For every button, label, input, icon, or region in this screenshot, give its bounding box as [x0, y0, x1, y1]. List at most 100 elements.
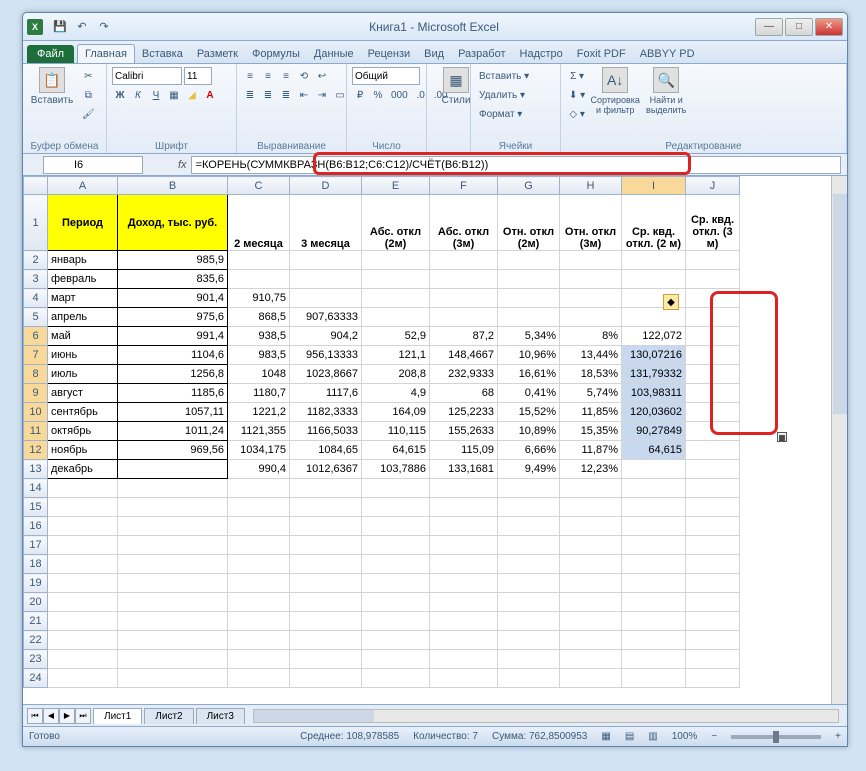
row-header-16[interactable]: 16: [24, 517, 48, 536]
cell-A14[interactable]: [48, 479, 118, 498]
cell-J19[interactable]: [686, 574, 740, 593]
cell-F20[interactable]: [430, 593, 498, 612]
cell-J2[interactable]: [686, 251, 740, 270]
view-normal-button[interactable]: ▦: [601, 731, 610, 742]
cell-C12[interactable]: 1034,175: [228, 441, 290, 460]
row-header-23[interactable]: 23: [24, 650, 48, 669]
cell-D6[interactable]: 904,2: [290, 327, 362, 346]
cell-F9[interactable]: 68: [430, 384, 498, 403]
cell-I22[interactable]: [622, 631, 686, 650]
cell-F14[interactable]: [430, 479, 498, 498]
name-box[interactable]: I6: [43, 156, 143, 174]
cell-B19[interactable]: [118, 574, 228, 593]
cell-H9[interactable]: 5,74%: [560, 384, 622, 403]
orientation-button[interactable]: ⟲: [296, 67, 312, 85]
fill-button[interactable]: ⬇ ▾: [566, 86, 588, 104]
zoom-in-button[interactable]: +: [835, 731, 841, 742]
cell-C22[interactable]: [228, 631, 290, 650]
cell-C18[interactable]: [228, 555, 290, 574]
cell-B22[interactable]: [118, 631, 228, 650]
format-cells-button[interactable]: Формат ▾: [476, 105, 556, 123]
font-size-select[interactable]: [184, 67, 212, 85]
cell-A18[interactable]: [48, 555, 118, 574]
cell-B14[interactable]: [118, 479, 228, 498]
cell-D15[interactable]: [290, 498, 362, 517]
cell-J16[interactable]: [686, 517, 740, 536]
cell-D24[interactable]: [290, 669, 362, 688]
cell-D5[interactable]: 907,63333: [290, 308, 362, 327]
cell-E7[interactable]: 121,1: [362, 346, 430, 365]
cell-F13[interactable]: 133,1681: [430, 460, 498, 479]
merge-button[interactable]: ▭: [332, 86, 348, 104]
border-button[interactable]: ▦: [166, 86, 182, 104]
cell-G14[interactable]: [498, 479, 560, 498]
cell-J5[interactable]: [686, 308, 740, 327]
cell-A4[interactable]: март: [48, 289, 118, 308]
clear-button[interactable]: ◇ ▾: [566, 105, 588, 123]
cell-C14[interactable]: [228, 479, 290, 498]
col-header-I[interactable]: I: [622, 177, 686, 195]
cell-A3[interactable]: февраль: [48, 270, 118, 289]
cell-I5[interactable]: [622, 308, 686, 327]
tab-review[interactable]: Рецензи: [361, 45, 418, 63]
align-right-button[interactable]: ≣: [278, 86, 294, 104]
cell-I2[interactable]: [622, 251, 686, 270]
cell-F11[interactable]: 155,2633: [430, 422, 498, 441]
tab-insert[interactable]: Вставка: [135, 45, 190, 63]
cell-E21[interactable]: [362, 612, 430, 631]
cell-B23[interactable]: [118, 650, 228, 669]
cell-G17[interactable]: [498, 536, 560, 555]
cell-E6[interactable]: 52,9: [362, 327, 430, 346]
cell-J22[interactable]: [686, 631, 740, 650]
autosum-button[interactable]: Σ ▾: [566, 67, 588, 85]
row-header-7[interactable]: 7: [24, 346, 48, 365]
cell-G23[interactable]: [498, 650, 560, 669]
cell-F5[interactable]: [430, 308, 498, 327]
indent-inc-button[interactable]: ⇥: [314, 86, 330, 104]
cell-D9[interactable]: 1117,6: [290, 384, 362, 403]
cell-C23[interactable]: [228, 650, 290, 669]
cell-H7[interactable]: 13,44%: [560, 346, 622, 365]
cell-C9[interactable]: 1180,7: [228, 384, 290, 403]
col-header-D[interactable]: D: [290, 177, 362, 195]
maximize-button[interactable]: □: [785, 18, 813, 36]
cell-F10[interactable]: 125,2233: [430, 403, 498, 422]
cell-H15[interactable]: [560, 498, 622, 517]
cell-I9[interactable]: 103,98311: [622, 384, 686, 403]
row-header-9[interactable]: 9: [24, 384, 48, 403]
cell-G2[interactable]: [498, 251, 560, 270]
cell-I10[interactable]: 120,03602: [622, 403, 686, 422]
tab-developer[interactable]: Разработ: [451, 45, 512, 63]
cell-A23[interactable]: [48, 650, 118, 669]
cell-I18[interactable]: [622, 555, 686, 574]
cell-A6[interactable]: май: [48, 327, 118, 346]
cell-G12[interactable]: 6,66%: [498, 441, 560, 460]
cell-D12[interactable]: 1084,65: [290, 441, 362, 460]
cell-E3[interactable]: [362, 270, 430, 289]
cell-A19[interactable]: [48, 574, 118, 593]
cell-A24[interactable]: [48, 669, 118, 688]
cell-E20[interactable]: [362, 593, 430, 612]
cut-button[interactable]: ✂: [79, 67, 98, 85]
cell-H21[interactable]: [560, 612, 622, 631]
row-header-20[interactable]: 20: [24, 593, 48, 612]
cell-C10[interactable]: 1221,2: [228, 403, 290, 422]
cell-H18[interactable]: [560, 555, 622, 574]
font-color-button[interactable]: A: [202, 86, 218, 104]
cell-C5[interactable]: 868,5: [228, 308, 290, 327]
cell-J15[interactable]: [686, 498, 740, 517]
cell-E14[interactable]: [362, 479, 430, 498]
cell-G3[interactable]: [498, 270, 560, 289]
cell-I11[interactable]: 90,27849: [622, 422, 686, 441]
save-button[interactable]: 💾: [51, 18, 69, 36]
cell-J7[interactable]: [686, 346, 740, 365]
cell-E11[interactable]: 110,115: [362, 422, 430, 441]
spreadsheet-grid[interactable]: ABCDEFGHIJ1ПериодДоход, тыс. руб.2 месяц…: [23, 176, 740, 688]
cell-A9[interactable]: август: [48, 384, 118, 403]
cell-F17[interactable]: [430, 536, 498, 555]
hscroll-thumb[interactable]: [254, 710, 374, 722]
cell-B3[interactable]: 835,6: [118, 270, 228, 289]
cell-H19[interactable]: [560, 574, 622, 593]
cell-G8[interactable]: 16,61%: [498, 365, 560, 384]
cell-I19[interactable]: [622, 574, 686, 593]
